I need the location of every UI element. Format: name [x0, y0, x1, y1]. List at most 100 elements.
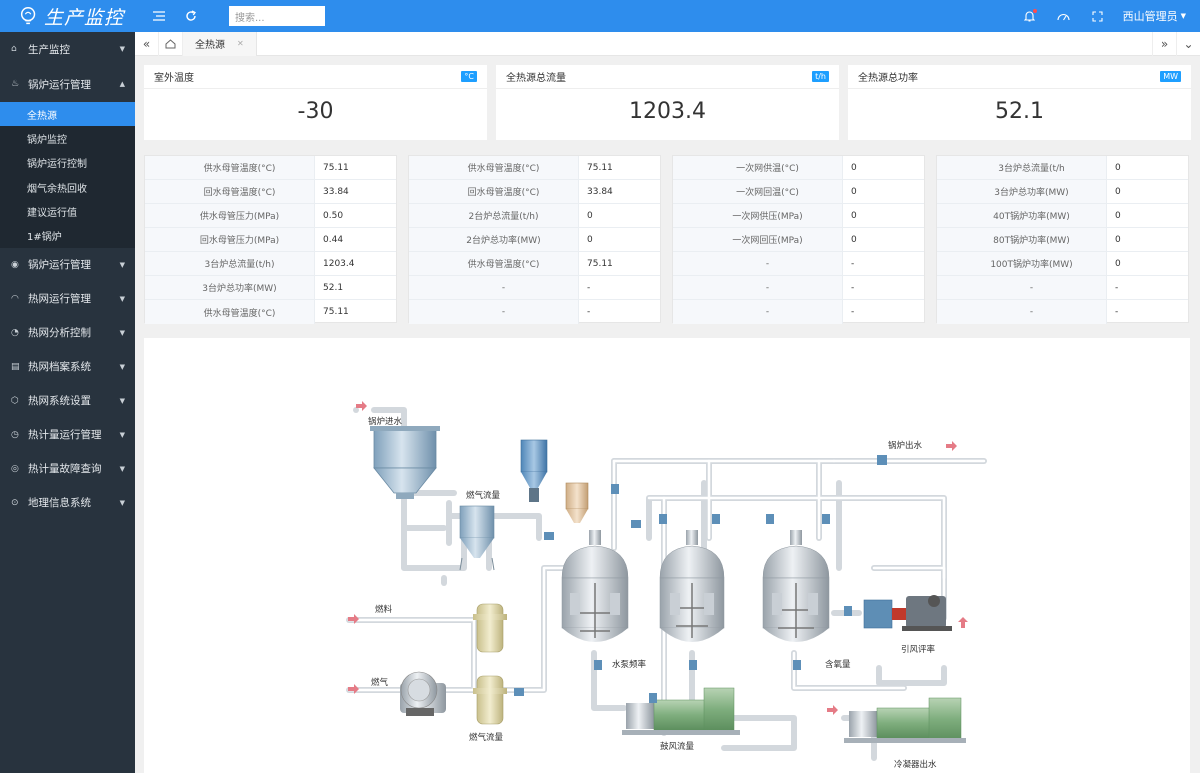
chevron-down-icon: ▼: [119, 328, 125, 337]
close-icon[interactable]: ✕: [237, 39, 244, 48]
gauge-icon: ◠: [11, 293, 19, 304]
blower-fan: [400, 671, 446, 716]
sidebar-sub-boiler-1[interactable]: 1#锅炉: [0, 223, 135, 247]
table-cell-value: -: [587, 282, 591, 293]
scroll-left-icon[interactable]: «: [135, 31, 159, 56]
sidebar-item-boiler-ops-2[interactable]: ◉ 锅炉运行管理 ▼: [0, 248, 135, 282]
table-cell-value: -: [851, 282, 855, 293]
stat-card-total-power: 全热源总功率 MW 52.1: [848, 65, 1191, 140]
table-cell-label: -: [937, 276, 1107, 299]
card-value: -30: [297, 99, 334, 124]
chevron-down-icon: ▼: [119, 498, 125, 507]
label-boiler-in: 锅炉进水: [368, 416, 403, 427]
label-oxygen: 含氧量: [825, 659, 851, 670]
table-row: 一次网回压(MPa) 0: [673, 228, 924, 252]
chevron-down-icon: ▼: [119, 294, 125, 303]
user-menu[interactable]: 西山管理员 ▼: [1115, 8, 1200, 24]
clock-icon: ◷: [11, 429, 19, 440]
table-row: --: [673, 300, 924, 324]
table-cell-value: 0: [851, 162, 857, 173]
bell-icon[interactable]: [1013, 0, 1047, 32]
label-fuel: 燃料: [375, 604, 393, 615]
table-cell-label: -: [673, 276, 843, 299]
notification-dot: [1032, 9, 1037, 13]
unit-badge: °C: [461, 71, 477, 82]
table-row: 3台炉总流量(t/h) 1203.4: [145, 252, 396, 276]
process-diagram-svg: 锅炉进水 锅炉出水 燃气流量 燃料 燃气 燃气流量 水泵频率 含氧量 引风评率 …: [346, 401, 987, 770]
table-cell-value: 75.11: [587, 258, 613, 269]
table-cell-label: 3台炉总流量(t/h: [937, 156, 1107, 179]
table-cell-label: 一次网回压(MPa): [673, 228, 843, 251]
flame-icon: ♨: [11, 79, 20, 89]
table-cell-value: -: [1115, 307, 1119, 317]
table-cell-value: 33.84: [323, 186, 349, 197]
table-cell-value: 0.50: [323, 210, 344, 221]
sidebar-sub-suggested[interactable]: 建议运行值: [0, 199, 135, 223]
label-gas-flow-bottom: 燃气流量: [469, 732, 504, 743]
submenu: 全热源 锅炉监控 锅炉运行控制 烟气余热回收 建议运行值 1#锅炉: [0, 102, 135, 248]
sidebar-sub-boiler-monitor[interactable]: 锅炉监控: [0, 126, 135, 150]
sidebar-item-production[interactable]: ⌂ 生产监控 ▼: [0, 32, 135, 66]
chevron-up-icon: ▲: [119, 80, 125, 88]
table-cell-label: -: [409, 276, 579, 299]
home-tab-icon[interactable]: [159, 31, 183, 56]
table-cell-label: 100T锅炉功率(MW): [937, 252, 1107, 275]
table-row: 40T锅炉功率(MW) 0: [937, 204, 1188, 228]
blower-pump: [622, 687, 740, 735]
sidebar-item-network-archive[interactable]: ▤ 热网档案系统 ▼: [0, 350, 135, 384]
sidebar-item-boiler-ops[interactable]: ♨ 锅炉运行管理 ▲: [0, 66, 135, 102]
sidebar-sub-boiler-control[interactable]: 锅炉运行控制: [0, 151, 135, 175]
table-row: 一次网回温(°C) 0: [673, 180, 924, 204]
sidebar-sub-flue-gas[interactable]: 烟气余热回收: [0, 175, 135, 199]
label-boiler-out: 锅炉出水: [888, 440, 923, 451]
table-cell-label: -: [937, 300, 1107, 324]
chevron-down-icon: ▼: [119, 362, 125, 371]
table-cell-value: 0: [1115, 162, 1121, 173]
tab-all-heat-source[interactable]: 全热源 ✕: [183, 31, 257, 56]
stat-card-outdoor-temp: 室外温度 °C -30: [144, 65, 487, 140]
search-input[interactable]: 搜索...: [229, 6, 325, 26]
table-row: 回水母管压力(MPa) 0.44: [145, 228, 396, 252]
table-cell-label: 3台炉总功率(MW): [145, 276, 315, 299]
app-logo[interactable]: 生产监控: [0, 0, 135, 32]
refresh-icon[interactable]: [175, 0, 207, 32]
chevron-down-icon[interactable]: ⌄: [1176, 31, 1200, 56]
location-icon: ⊙: [11, 497, 19, 508]
menu-toggle-icon[interactable]: [143, 0, 175, 32]
table-cell-label: 80T锅炉功率(MW): [937, 228, 1107, 251]
label-draft-rate: 引风评率: [901, 644, 936, 655]
chevron-down-icon: ▼: [119, 430, 125, 439]
sidebar-item-network-settings[interactable]: ⬡ 热网系统设置 ▼: [0, 384, 135, 418]
chevron-down-icon: ▼: [119, 45, 125, 53]
table-cell-value: 0: [1115, 186, 1121, 197]
scroll-right-icon[interactable]: »: [1152, 31, 1176, 56]
table-cell-value: 0: [587, 234, 593, 245]
sidebar-item-network-ops[interactable]: ◠ 热网运行管理 ▼: [0, 282, 135, 316]
reactor-2: [659, 530, 725, 642]
table-cell-label: 一次网供温(°C): [673, 156, 843, 179]
data-table-3: 一次网供温(°C) 0 一次网回温(°C) 0 一次网供压(MPa) 0 一次网回压(MPa…: [672, 155, 925, 324]
table-cell-value: -: [851, 258, 855, 269]
label-blower-flow: 鼓风流量: [660, 741, 695, 752]
table-row: 回水母管温度(°C) 33.84: [409, 180, 660, 204]
sidebar-item-metering-fault[interactable]: ◎ 热计量故障查询 ▼: [0, 452, 135, 486]
label-condenser-out: 冷凝器出水: [894, 759, 937, 770]
reactor-1: [561, 530, 629, 642]
sidebar-item-network-analysis[interactable]: ◔ 热网分析控制 ▼: [0, 316, 135, 350]
table-cell-value: 0.44: [323, 234, 344, 245]
chevron-down-icon: ▼: [119, 464, 125, 473]
table-cell-value: 0: [1115, 258, 1121, 269]
gas-hopper: [520, 439, 548, 502]
sidebar-item-gis[interactable]: ⊙ 地理信息系统 ▼: [0, 486, 135, 520]
sidebar-sub-all-heat-source[interactable]: 全热源: [0, 102, 135, 127]
theme-icon[interactable]: [1047, 0, 1081, 32]
table-row: 回水母管温度(°C) 33.84: [145, 180, 396, 204]
card-title: 全热源总功率: [858, 73, 918, 84]
sidebar-item-metering-ops[interactable]: ◷ 热计量运行管理 ▼: [0, 418, 135, 452]
table-cell-label: 3台炉总流量(t/h): [145, 252, 315, 275]
book-icon: ▤: [11, 361, 20, 372]
fullscreen-icon[interactable]: [1081, 0, 1115, 32]
table-cell-value: 52.1: [323, 282, 344, 293]
draft-fan-motor: [863, 595, 952, 631]
table-cell-label: -: [673, 252, 843, 275]
